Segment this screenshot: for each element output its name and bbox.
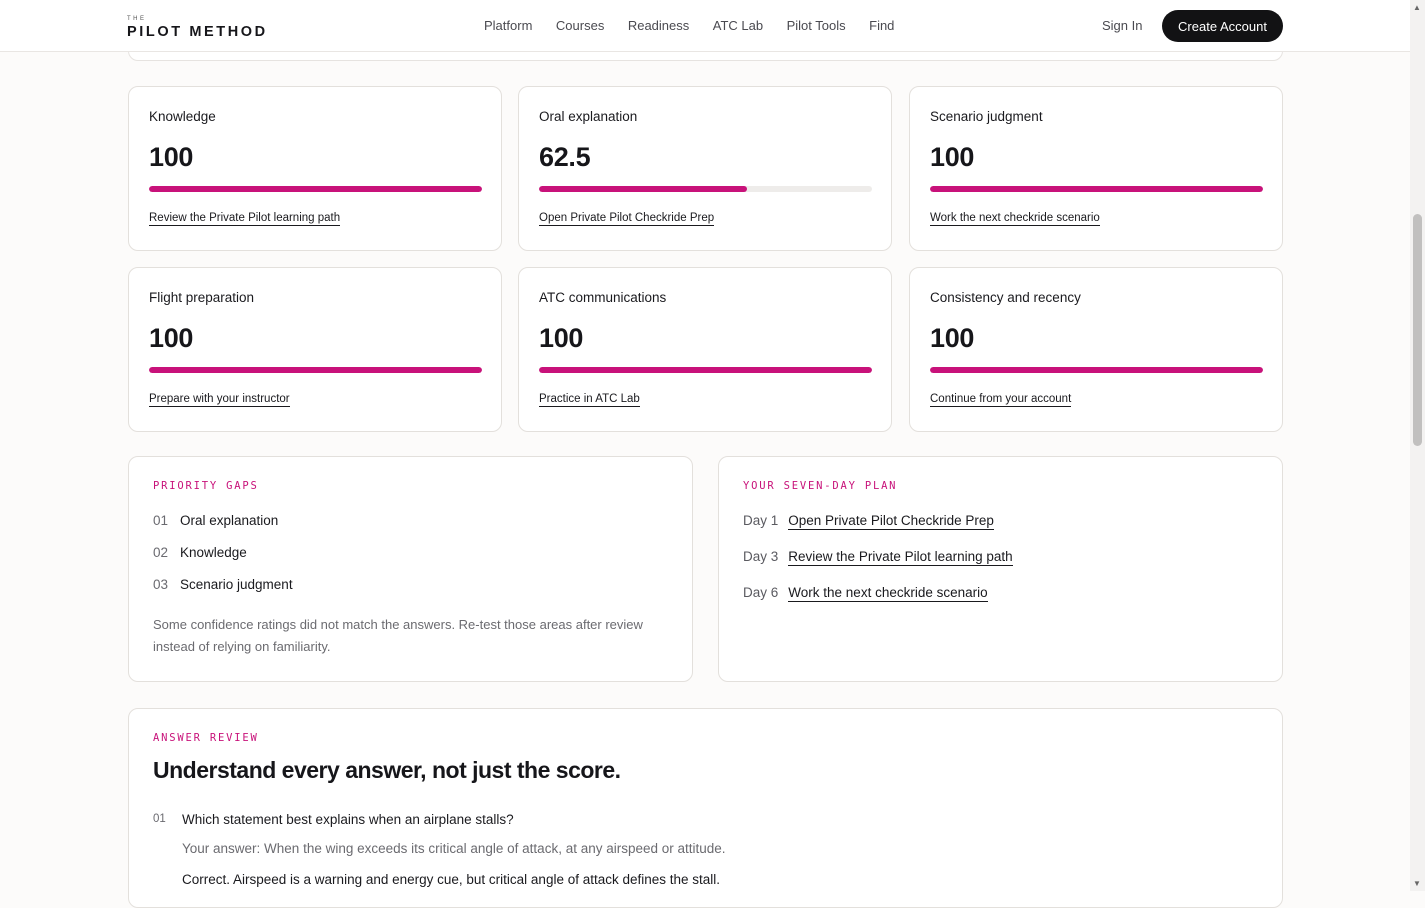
score-card-knowledge: Knowledge 100 Review the Private Pilot l… (128, 86, 502, 251)
your-answer-text: Your answer: When the wing exceeds its c… (182, 841, 726, 856)
gap-label: Scenario judgment (180, 577, 293, 592)
scroll-down-arrow-icon[interactable]: ▼ (1413, 880, 1421, 888)
plan-item: Day 1 Open Private Pilot Checkride Prep (743, 513, 994, 530)
answer-feedback-text: Correct. Airspeed is a warning and energ… (182, 872, 721, 887)
nav-platform[interactable]: Platform (484, 18, 532, 33)
score-title: Consistency and recency (930, 290, 1081, 305)
seven-day-plan-card: YOUR SEVEN-DAY PLAN Day 1 Open Private Pi… (718, 456, 1283, 682)
priority-gaps-card: PRIORITY GAPS 01 Oral explanation 02 Knowl… (128, 456, 693, 682)
score-value: 100 (930, 142, 975, 172)
score-progress-bar (930, 186, 1263, 192)
logo-small-text: THE (127, 16, 147, 22)
site-header: THE PILOT METHOD Platform Courses Readin… (0, 0, 1410, 52)
score-progress-fill (930, 186, 1263, 192)
gap-label: Knowledge (180, 545, 247, 560)
plan-day-label: Day 1 (743, 513, 779, 528)
plan-link[interactable]: Work the next checkride scenario (788, 585, 988, 602)
scroll-up-arrow-icon[interactable]: ▲ (1413, 4, 1421, 12)
score-title: Scenario judgment (930, 109, 1043, 124)
scrollbar-thumb[interactable] (1413, 214, 1422, 446)
score-value: 62.5 (539, 142, 591, 172)
score-progress-fill (539, 367, 872, 373)
score-progress-bar (539, 186, 872, 192)
score-title: Oral explanation (539, 109, 638, 124)
nav-readiness[interactable]: Readiness (628, 18, 689, 33)
question-number: 01 (153, 813, 166, 825)
plan-day-label: Day 3 (743, 549, 779, 564)
question-text: Which statement best explains when an ai… (182, 812, 514, 827)
score-progress-fill (149, 367, 482, 373)
score-card-scenario-judgment: Scenario judgment 100 Work the next chec… (909, 86, 1283, 251)
create-account-button[interactable]: Create Account (1162, 10, 1283, 42)
main-nav: Platform Courses Readiness ATC Lab Pilot… (484, 18, 894, 33)
score-action-link[interactable]: Work the next checkride scenario (930, 212, 1100, 226)
score-card-atc-communications: ATC communications 100 Practice in ATC L… (518, 267, 892, 432)
priority-gaps-eyebrow: PRIORITY GAPS (153, 480, 259, 492)
score-value: 100 (930, 323, 975, 353)
gap-number: 02 (153, 545, 169, 560)
plan-link[interactable]: Review the Private Pilot learning path (788, 549, 1013, 566)
site-logo[interactable]: THE PILOT METHOD (127, 16, 268, 40)
score-card-consistency-recency: Consistency and recency 100 Continue fro… (909, 267, 1283, 432)
score-card-oral-explanation: Oral explanation 62.5 Open Private Pilot… (518, 86, 892, 251)
score-progress-fill (539, 186, 748, 192)
score-action-link[interactable]: Open Private Pilot Checkride Prep (539, 212, 715, 226)
seven-day-plan-eyebrow: YOUR SEVEN-DAY PLAN (743, 480, 898, 492)
priority-gap-item: 03 Scenario judgment (153, 577, 293, 592)
answer-review-heading: Understand every answer, not just the sc… (153, 757, 621, 783)
score-value: 100 (149, 323, 194, 353)
score-value: 100 (539, 323, 584, 353)
score-progress-bar (539, 367, 872, 373)
score-title: ATC communications (539, 290, 667, 305)
gap-number: 01 (153, 513, 169, 528)
nav-pilot-tools[interactable]: Pilot Tools (787, 18, 846, 33)
plan-item: Day 6 Work the next checkride scenario (743, 585, 988, 602)
score-progress-fill (930, 367, 1263, 373)
score-action-link[interactable]: Continue from your account (930, 393, 1072, 407)
plan-day-label: Day 6 (743, 585, 779, 600)
nav-atc-lab[interactable]: ATC Lab (713, 18, 763, 33)
priority-gap-item: 01 Oral explanation (153, 513, 278, 528)
score-action-link[interactable]: Practice in ATC Lab (539, 393, 640, 407)
priority-gaps-note: Some confidence ratings did not match th… (153, 617, 643, 654)
score-card-flight-preparation: Flight preparation 100 Prepare with your… (128, 267, 502, 432)
score-progress-bar (930, 367, 1263, 373)
score-value: 100 (149, 142, 194, 172)
score-progress-fill (149, 186, 482, 192)
nav-courses[interactable]: Courses (556, 18, 604, 33)
page-scrollbar[interactable]: ▲ ▼ (1410, 0, 1425, 891)
score-title: Knowledge (149, 109, 216, 124)
sign-in-link[interactable]: Sign In (1102, 18, 1142, 33)
answer-review-eyebrow: ANSWER REVIEW (153, 732, 259, 744)
priority-gap-item: 02 Knowledge (153, 545, 247, 560)
answer-review-card: ANSWER REVIEW Understand every answer, n… (128, 708, 1283, 908)
plan-link[interactable]: Open Private Pilot Checkride Prep (788, 513, 994, 530)
score-progress-bar (149, 186, 482, 192)
nav-find[interactable]: Find (869, 18, 894, 33)
score-progress-bar (149, 367, 482, 373)
plan-item: Day 3 Review the Private Pilot learning p… (743, 549, 1013, 566)
score-action-link[interactable]: Prepare with your instructor (149, 393, 290, 407)
score-title: Flight preparation (149, 290, 255, 305)
logo-main-text: PILOT METHOD (127, 24, 268, 40)
gap-label: Oral explanation (180, 513, 279, 528)
score-action-link[interactable]: Review the Private Pilot learning path (149, 212, 341, 226)
gap-number: 03 (153, 577, 169, 592)
